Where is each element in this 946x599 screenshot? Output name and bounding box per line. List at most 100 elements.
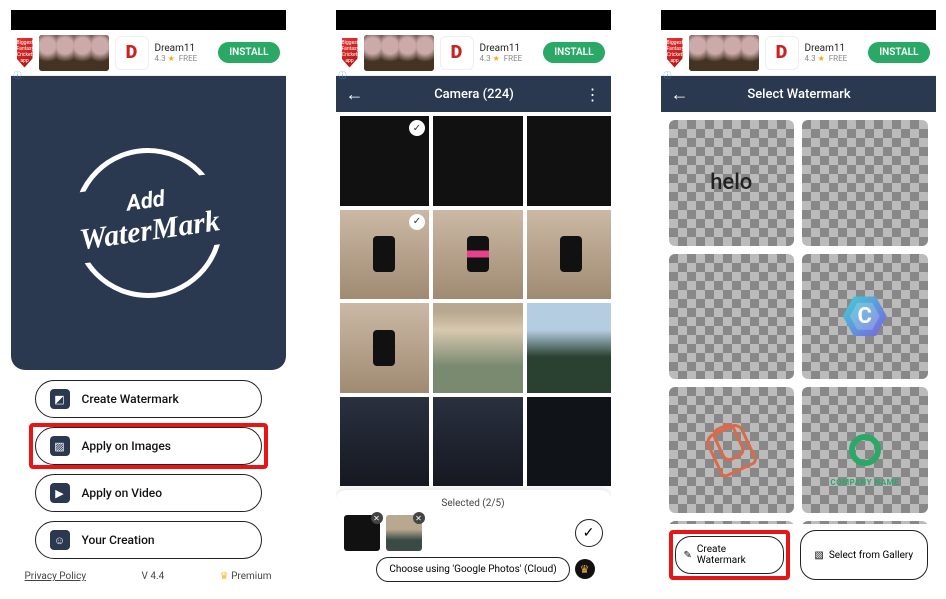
- photo-cell[interactable]: [433, 397, 523, 487]
- video-icon: ▶: [50, 483, 70, 503]
- remove-icon[interactable]: ✕: [371, 512, 383, 524]
- photo-cell[interactable]: ✓: [340, 210, 430, 300]
- ad-free: FREE: [504, 54, 522, 63]
- page-title: Select Watermark: [699, 87, 900, 102]
- your-creation-button[interactable]: ☺ Your Creation: [35, 521, 262, 559]
- apply-on-video-button[interactable]: ▶ Apply on Video: [35, 474, 262, 512]
- premium-link[interactable]: ♛ Premium: [220, 571, 272, 582]
- premium-badge[interactable]: ♛: [575, 559, 595, 579]
- ad-banner[interactable]: ⓘ Biggest Fantasy Cricket app D Dream11 …: [336, 30, 611, 76]
- watermark-icon: ◩: [50, 389, 70, 409]
- highlight-apply-images: ▨ Apply on Images: [29, 423, 268, 469]
- image-icon: ▨: [50, 436, 70, 456]
- watermark-cell[interactable]: C: [802, 254, 928, 380]
- screen-2: ⓘ Biggest Fantasy Cricket app D Dream11 …: [336, 10, 611, 590]
- apply-on-images-button[interactable]: ▨ Apply on Images: [35, 427, 262, 465]
- menu-icon[interactable]: ⋮: [585, 85, 601, 104]
- privacy-link[interactable]: Privacy Policy: [25, 571, 87, 582]
- clip-icon: [703, 420, 759, 479]
- cloud-photos-button[interactable]: Choose using 'Google Photos' (Cloud): [376, 557, 569, 582]
- ad-text: Dream11 4.3 ★ FREE: [805, 43, 863, 63]
- btn-label: Your Creation: [82, 533, 155, 547]
- app-hero: Add WaterMark: [11, 76, 286, 370]
- photo-cell[interactable]: [433, 303, 523, 393]
- btn-label: Create Watermark: [82, 392, 179, 406]
- highlight-create-watermark: ✎ Create Watermark: [669, 530, 791, 580]
- watermark-grid: helo C COMPANY NAME: [661, 112, 936, 524]
- back-icon[interactable]: ←: [346, 84, 364, 105]
- selected-thumb[interactable]: ✕: [386, 515, 422, 551]
- photo-cell[interactable]: [340, 397, 430, 487]
- ad-info-icon: ⓘ: [664, 70, 668, 74]
- ad-app-name: Dream11: [480, 43, 538, 54]
- confirm-button[interactable]: ✓: [575, 519, 603, 547]
- ad-flag: Biggest Fantasy Cricket app: [17, 38, 33, 68]
- status-bar: [11, 10, 286, 30]
- ad-info-icon: ⓘ: [14, 70, 18, 74]
- ad-photo: [689, 35, 759, 71]
- watermark-cell[interactable]: [669, 254, 795, 380]
- ad-rating: 4.3: [805, 54, 816, 63]
- ad-info-icon: ⓘ: [339, 70, 343, 74]
- ad-banner[interactable]: ⓘ Biggest Fantasy Cricket app D Dream11 …: [661, 30, 936, 76]
- ad-free: FREE: [829, 54, 847, 63]
- ad-rating: 4.3: [155, 54, 166, 63]
- ad-app-name: Dream11: [155, 43, 213, 54]
- watermark-cell[interactable]: helo: [669, 120, 795, 246]
- ad-flag: Biggest Fantasy Cricket app: [342, 38, 358, 68]
- crown-icon: ♛: [220, 571, 229, 582]
- screen-3: ⓘ Biggest Fantasy Cricket app D Dream11 …: [661, 10, 936, 590]
- ad-photo: [364, 35, 434, 71]
- install-button[interactable]: INSTALL: [218, 42, 279, 63]
- hexagon-icon: C: [843, 294, 887, 338]
- photo-cell[interactable]: [527, 303, 611, 393]
- photo-cell[interactable]: [527, 210, 611, 300]
- create-watermark-button[interactable]: ✎ Create Watermark: [675, 536, 785, 574]
- ad-flag: Biggest Fantasy Cricket app: [667, 38, 683, 68]
- photo-cell[interactable]: [340, 303, 430, 393]
- btn-label: Apply on Images: [82, 439, 171, 453]
- remove-icon[interactable]: ✕: [413, 512, 425, 524]
- star-icon: ★: [168, 54, 175, 63]
- page-title: Camera (224): [374, 87, 575, 102]
- ad-free: FREE: [179, 54, 197, 63]
- install-button[interactable]: INSTALL: [543, 42, 604, 63]
- watermark-cell[interactable]: [669, 387, 795, 513]
- screen-1: ⓘ Biggest Fantasy Cricket app D Dream11 …: [11, 10, 286, 590]
- ad-banner[interactable]: ⓘ Biggest Fantasy Cricket app D Dream11 …: [11, 30, 286, 76]
- photo-cell[interactable]: [433, 116, 523, 206]
- pencil-icon: ✎: [684, 550, 692, 561]
- gallery-icon: ▧: [814, 550, 823, 561]
- version-label: V 4.4: [141, 571, 164, 582]
- ad-app-icon: D: [440, 36, 474, 70]
- photo-cell[interactable]: ✓: [340, 116, 430, 206]
- back-icon[interactable]: ←: [671, 84, 689, 105]
- check-icon: ✓: [409, 214, 425, 230]
- ring-icon: [849, 434, 881, 466]
- install-button[interactable]: INSTALL: [868, 42, 929, 63]
- ad-app-name: Dream11: [805, 43, 863, 54]
- ad-text: Dream11 4.3 ★ FREE: [480, 43, 538, 63]
- ad-rating: 4.3: [480, 54, 491, 63]
- status-bar: [336, 10, 611, 30]
- photo-cell[interactable]: [527, 397, 611, 487]
- create-watermark-button[interactable]: ◩ Create Watermark: [35, 380, 262, 418]
- ad-photo: [39, 35, 109, 71]
- btn-label: Apply on Video: [82, 486, 163, 500]
- selected-thumb[interactable]: ✕: [344, 515, 380, 551]
- user-icon: ☺: [50, 530, 70, 550]
- company-label: COMPANY NAME: [830, 478, 899, 487]
- ad-app-icon: D: [765, 36, 799, 70]
- selected-count: Selected (2/5): [342, 494, 605, 513]
- ad-app-icon: D: [115, 36, 149, 70]
- star-icon: ★: [818, 54, 825, 63]
- photo-cell[interactable]: [433, 210, 523, 300]
- photo-cell[interactable]: [527, 116, 611, 206]
- select-from-gallery-button[interactable]: ▧ Select from Gallery: [800, 530, 928, 580]
- star-icon: ★: [493, 54, 500, 63]
- watermark-cell[interactable]: COMPANY NAME: [802, 387, 928, 513]
- check-icon: ✓: [409, 120, 425, 136]
- watermark-cell[interactable]: [802, 120, 928, 246]
- ad-text: Dream11 4.3 ★ FREE: [155, 43, 213, 63]
- status-bar: [661, 10, 936, 30]
